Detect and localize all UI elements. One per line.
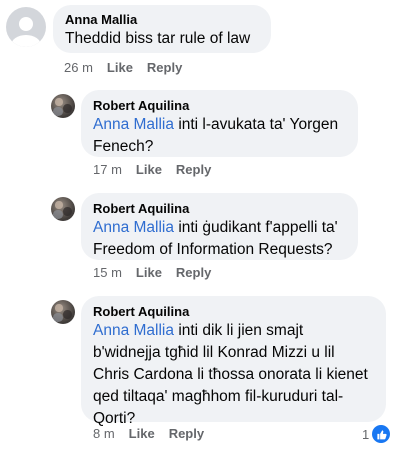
- default-avatar-icon[interactable]: [6, 7, 46, 47]
- reply-timestamp[interactable]: 15 m: [93, 265, 122, 280]
- reply-actions: 15 m Like Reply: [93, 265, 225, 280]
- reply-bubble: Robert Aquilina Anna Mallia inti l-avuka…: [81, 90, 358, 157]
- reply-actions: 8 m Like Reply: [93, 426, 218, 441]
- reply-button[interactable]: Reply: [176, 162, 211, 177]
- reply-button[interactable]: Reply: [176, 265, 211, 280]
- reply-text: Anna Mallia inti ġudikant f'appelli ta' …: [93, 219, 338, 258]
- reply-button[interactable]: Reply: [169, 426, 204, 441]
- reply-actions: 17 m Like Reply: [93, 162, 225, 177]
- reply-author[interactable]: Robert Aquilina: [93, 304, 374, 320]
- reaction-count: 1: [362, 426, 370, 442]
- profile-photo-icon[interactable]: [51, 300, 75, 324]
- reaction-summary[interactable]: 1: [362, 425, 391, 443]
- reply-text: Anna Mallia inti dik li jien smajt b'wid…: [93, 322, 368, 427]
- mention-link[interactable]: Anna Mallia: [93, 116, 174, 133]
- mention-link[interactable]: Anna Mallia: [93, 219, 174, 236]
- profile-photo-icon[interactable]: [51, 197, 75, 221]
- reply-text: Anna Mallia inti l-avukata ta' Yorgen Fe…: [93, 116, 339, 155]
- reply-timestamp[interactable]: 17 m: [93, 162, 122, 177]
- mention-link[interactable]: Anna Mallia: [93, 322, 174, 339]
- comment-bubble: Anna Mallia Theddid biss tar rule of law: [53, 5, 271, 53]
- thumbs-up-icon: [372, 425, 391, 443]
- like-button[interactable]: Like: [107, 60, 133, 75]
- comment-text: Theddid biss tar rule of law: [65, 30, 251, 47]
- profile-photo-icon[interactable]: [51, 94, 75, 118]
- comment-actions: 26 m Like Reply: [64, 60, 196, 75]
- reply-button[interactable]: Reply: [147, 60, 182, 75]
- reply-bubble: Robert Aquilina Anna Mallia inti ġudikan…: [81, 193, 358, 260]
- like-button[interactable]: Like: [129, 426, 155, 441]
- like-button[interactable]: Like: [136, 162, 162, 177]
- reply-bubble: Robert Aquilina Anna Mallia inti dik li …: [81, 296, 386, 427]
- reply-timestamp[interactable]: 8 m: [93, 426, 115, 441]
- reply-author[interactable]: Robert Aquilina: [93, 201, 346, 217]
- comment-author[interactable]: Anna Mallia: [65, 12, 259, 28]
- reply-author[interactable]: Robert Aquilina: [93, 98, 346, 114]
- like-button[interactable]: Like: [136, 265, 162, 280]
- comment-timestamp[interactable]: 26 m: [64, 60, 93, 75]
